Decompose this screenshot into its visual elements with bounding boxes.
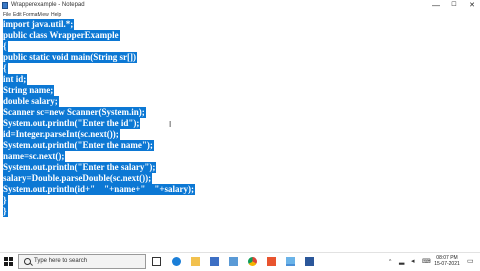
code-line[interactable]: public static void main(String sr[]) <box>3 52 138 63</box>
code-line[interactable]: id=Integer.parseInt(sc.next()); <box>3 129 120 140</box>
code-line[interactable]: { <box>3 63 8 74</box>
taskbar: Type here to search ^ ▂ ◂ ⌨ 08:07 PM 15-… <box>0 252 480 270</box>
menu-view[interactable]: View <box>38 11 49 19</box>
start-icon[interactable] <box>4 257 13 266</box>
text-cursor-icon: I <box>169 120 172 129</box>
app-icon[interactable] <box>305 257 314 266</box>
search-box[interactable]: Type here to search <box>18 254 146 269</box>
network-icon[interactable]: ▂ <box>399 253 404 271</box>
code-line[interactable]: { <box>3 41 8 52</box>
code-line[interactable]: System.out.println("Enter the name"); <box>3 140 154 151</box>
code-line[interactable]: import java.util.*; <box>3 19 75 30</box>
code-line[interactable]: double salary; <box>3 96 59 107</box>
code-line[interactable]: String name; <box>3 85 55 96</box>
file-explorer-icon[interactable] <box>191 257 200 266</box>
menu-edit[interactable]: Edit <box>13 11 22 19</box>
notifications-icon[interactable]: ▭ <box>467 253 474 271</box>
task-view-icon[interactable] <box>152 257 161 266</box>
minimize-button[interactable]: — <box>428 0 444 11</box>
close-button[interactable]: ✕ <box>464 0 480 11</box>
code-line[interactable]: int id; <box>3 74 28 85</box>
clock[interactable]: 08:07 PM 15-07-2021 <box>433 255 461 267</box>
code-line[interactable]: salary=Double.parseDouble(sc.next()); <box>3 173 153 184</box>
chrome-icon[interactable] <box>248 257 257 266</box>
code-line[interactable]: Scanner sc=new Scanner(System.in); <box>3 107 146 118</box>
edge-icon[interactable] <box>172 257 181 266</box>
store-icon[interactable] <box>210 257 219 266</box>
search-placeholder: Type here to search <box>34 258 88 264</box>
language-icon[interactable]: ⌨ <box>422 253 431 271</box>
menu-help[interactable]: Help <box>51 11 61 19</box>
menu-file[interactable]: File <box>3 11 11 19</box>
code-line[interactable]: System.out.println("Enter the id"); <box>3 118 141 129</box>
code-line[interactable]: name=sc.next(); <box>3 151 66 162</box>
code-line[interactable]: System.out.println(id+" "+name+" "+salar… <box>3 184 195 195</box>
code-line[interactable]: public class WrapperExample <box>3 30 120 41</box>
search-icon <box>24 258 31 265</box>
menu-format[interactable]: Format <box>23 11 39 19</box>
code-line[interactable]: } <box>3 206 8 217</box>
menu-bar: File Edit Format View Help <box>0 11 480 19</box>
text-editor[interactable]: import java.util.*; public class Wrapper… <box>2 19 478 251</box>
clock-date: 15-07-2021 <box>434 261 460 267</box>
media-icon[interactable] <box>267 257 276 266</box>
mail-icon[interactable] <box>229 257 238 266</box>
volume-icon[interactable]: ◂ <box>411 253 415 271</box>
window-title: Wrapperexample - Notepad <box>11 2 85 8</box>
maximize-button[interactable]: ☐ <box>446 0 462 11</box>
notepad-app-icon <box>2 2 8 9</box>
tray-caret-icon[interactable]: ^ <box>389 253 391 271</box>
title-bar: Wrapperexample - Notepad — ☐ ✕ <box>0 0 480 11</box>
notepad-icon[interactable] <box>286 257 295 266</box>
code-line[interactable]: System.out.println("Enter the salary"); <box>3 162 157 173</box>
code-line[interactable]: } <box>3 195 8 206</box>
